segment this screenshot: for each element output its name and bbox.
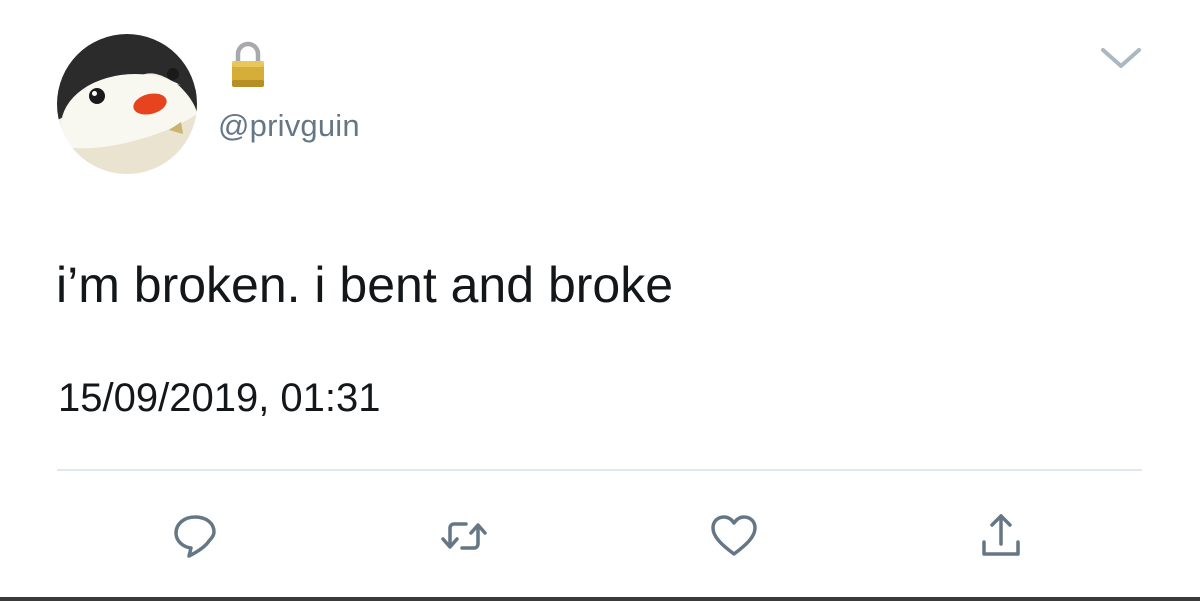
lock-icon <box>228 40 268 90</box>
share-button[interactable] <box>975 510 1027 562</box>
heart-icon <box>711 515 757 556</box>
tweet-timestamp[interactable]: 15/09/2019, 01:31 <box>58 376 381 421</box>
reply-icon <box>174 515 216 558</box>
chevron-down-icon[interactable] <box>1097 42 1145 74</box>
bottom-border <box>0 597 1200 601</box>
avatar[interactable] <box>57 34 197 174</box>
share-icon <box>982 514 1020 556</box>
penguin-avatar-icon <box>57 34 197 174</box>
tweet-card: @privguin i’m broken. i bent and broke 1… <box>0 0 1200 601</box>
retweet-icon <box>441 522 487 550</box>
tweet-text: i’m broken. i bent and broke <box>56 257 674 313</box>
like-button[interactable] <box>708 510 760 562</box>
reply-button[interactable] <box>169 510 221 562</box>
author-handle[interactable]: @privguin <box>218 108 360 144</box>
divider <box>57 469 1142 471</box>
retweet-button[interactable] <box>438 510 490 562</box>
